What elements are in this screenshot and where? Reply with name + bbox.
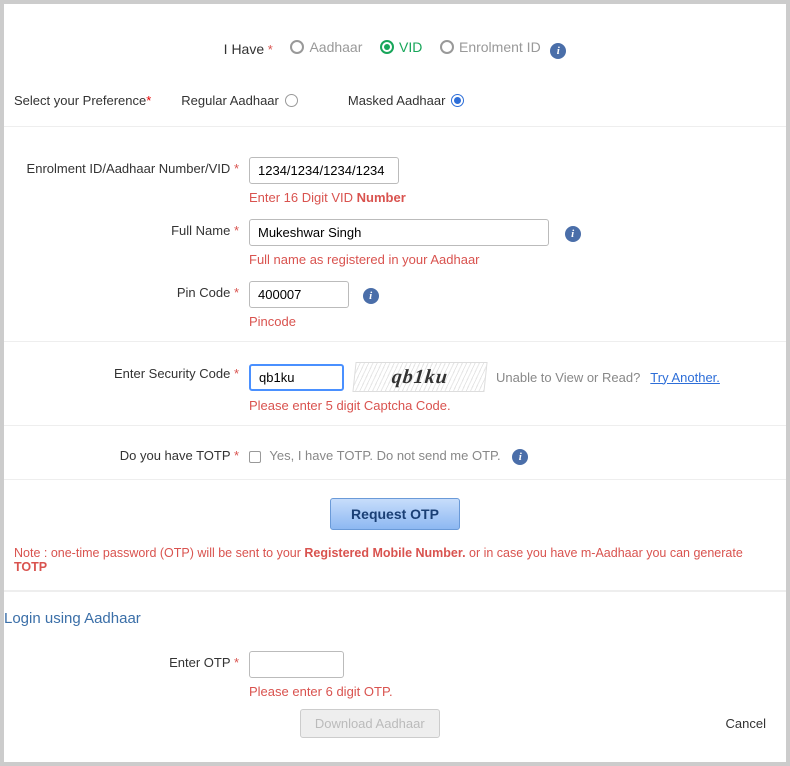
info-icon[interactable]: i — [512, 449, 528, 465]
preference-regular[interactable]: Regular Aadhaar — [181, 93, 298, 108]
required-asterisk: * — [146, 93, 151, 108]
request-otp-button[interactable]: Request OTP — [330, 498, 460, 530]
security-input[interactable] — [249, 364, 344, 391]
i-have-label: I Have — [224, 41, 264, 57]
id-hint-bold: Number — [357, 190, 406, 205]
row-pin: Pin Code * i Pincode — [4, 271, 786, 333]
radio-circle-icon — [380, 40, 394, 54]
required-asterisk: * — [234, 366, 239, 381]
radio-vid[interactable]: VID — [380, 39, 422, 55]
row-security: Enter Security Code * qb1ku Unable to Vi… — [4, 352, 786, 417]
required-asterisk: * — [234, 655, 239, 670]
totp-checkbox-label: Yes, I have TOTP. Do not send me OTP. — [269, 448, 500, 463]
required-asterisk: * — [234, 285, 239, 300]
info-icon[interactable]: i — [550, 43, 566, 59]
id-input[interactable] — [249, 157, 399, 184]
radio-aadhaar-label: Aadhaar — [309, 39, 362, 55]
required-asterisk: * — [268, 42, 273, 57]
cancel-link[interactable]: Cancel — [726, 716, 766, 731]
captcha-unable-text: Unable to View or Read? — [496, 370, 640, 385]
required-asterisk: * — [234, 161, 239, 176]
otp-label-text: Enter OTP — [169, 655, 230, 670]
security-label: Enter Security Code * — [4, 362, 249, 381]
otp-hint: Please enter 6 digit OTP. — [249, 684, 776, 699]
security-hint: Please enter 5 digit Captcha Code. — [249, 398, 786, 413]
login-section: Login using Aadhaar Enter OTP * Please e… — [4, 591, 786, 742]
preference-masked-label: Masked Aadhaar — [348, 93, 446, 108]
name-label-text: Full Name — [171, 223, 230, 238]
row-otp: Enter OTP * Please enter 6 digit OTP. — [4, 641, 776, 703]
preference-masked[interactable]: Masked Aadhaar — [348, 93, 465, 108]
preference-label: Select your Preference — [14, 93, 146, 108]
totp-label: Do you have TOTP * — [4, 444, 249, 463]
otp-note: Note : one-time password (OTP) will be s… — [4, 538, 786, 590]
row-name: Full Name * i Full name as registered in… — [4, 209, 786, 271]
captcha-text: qb1ku — [391, 366, 450, 389]
info-icon[interactable]: i — [363, 288, 379, 304]
totp-label-text: Do you have TOTP — [120, 448, 231, 463]
name-input[interactable] — [249, 219, 549, 246]
radio-icon — [451, 94, 464, 107]
pin-hint: Pincode — [249, 314, 786, 329]
security-label-text: Enter Security Code — [114, 366, 230, 381]
name-hint: Full name as registered in your Aadhaar — [249, 252, 786, 267]
i-have-row: I Have * Aadhaar VID Enrolment ID i — [4, 4, 786, 79]
radio-vid-label: VID — [399, 39, 422, 55]
download-aadhaar-button[interactable]: Download Aadhaar — [300, 709, 440, 738]
radio-circle-icon — [290, 40, 304, 54]
totp-checkbox[interactable] — [249, 451, 261, 463]
radio-aadhaar[interactable]: Aadhaar — [290, 39, 362, 55]
id-hint-prefix: Enter 16 Digit VID — [249, 190, 357, 205]
row-totp: Do you have TOTP * Yes, I have TOTP. Do … — [4, 444, 786, 465]
row-id: Enrolment ID/Aadhaar Number/VID * Enter … — [4, 147, 786, 209]
security-section: Enter Security Code * qb1ku Unable to Vi… — [4, 342, 786, 426]
pin-label: Pin Code * — [4, 281, 249, 300]
name-label: Full Name * — [4, 219, 249, 238]
note-prefix: Note : one-time password (OTP) will be s… — [14, 546, 304, 560]
radio-enrolment-label: Enrolment ID — [459, 39, 541, 55]
info-icon[interactable]: i — [565, 226, 581, 242]
preference-regular-label: Regular Aadhaar — [181, 93, 279, 108]
totp-section: Do you have TOTP * Yes, I have TOTP. Do … — [4, 426, 786, 480]
pin-input[interactable] — [249, 281, 349, 308]
note-bold2: TOTP — [14, 560, 47, 574]
fields-section: Enrolment ID/Aadhaar Number/VID * Enter … — [4, 127, 786, 342]
preference-row: Select your Preference* Regular Aadhaar … — [4, 79, 786, 127]
bottom-row: Download Aadhaar Cancel — [4, 703, 776, 742]
captcha-image: qb1ku — [352, 362, 487, 392]
radio-circle-icon — [440, 40, 454, 54]
radio-enrolment[interactable]: Enrolment ID — [440, 39, 541, 55]
pin-label-text: Pin Code — [177, 285, 230, 300]
id-label-text: Enrolment ID/Aadhaar Number/VID — [27, 161, 231, 176]
required-asterisk: * — [234, 223, 239, 238]
radio-icon — [285, 94, 298, 107]
note-bold1: Registered Mobile Number. — [304, 546, 465, 560]
otp-input[interactable] — [249, 651, 344, 678]
otp-label: Enter OTP * — [4, 651, 249, 670]
id-label: Enrolment ID/Aadhaar Number/VID * — [4, 157, 249, 176]
login-title: Login using Aadhaar — [4, 610, 776, 641]
required-asterisk: * — [234, 448, 239, 463]
note-mid: or in case you have m-Aadhaar you can ge… — [466, 546, 743, 560]
action-section: Request OTP Note : one-time password (OT… — [4, 480, 786, 591]
captcha-try-another-link[interactable]: Try Another. — [650, 370, 720, 385]
id-hint: Enter 16 Digit VID Number — [249, 190, 786, 205]
